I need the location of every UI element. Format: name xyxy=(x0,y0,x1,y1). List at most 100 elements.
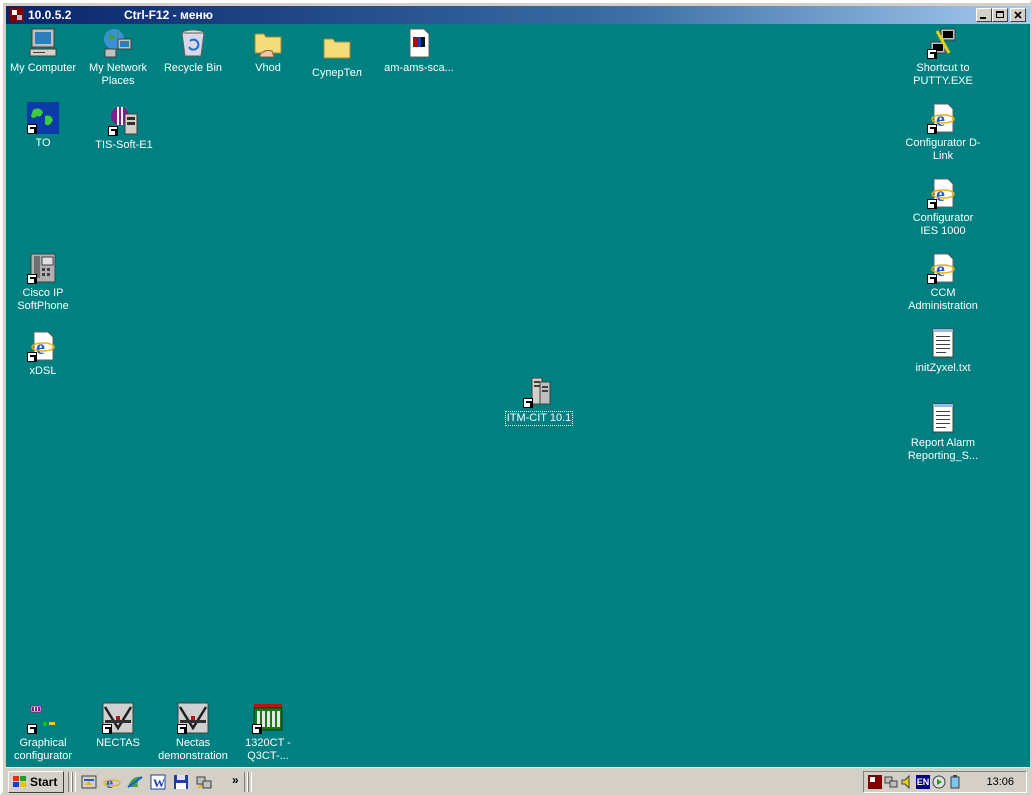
desktop-icon-itm-cit[interactable]: ITM-CIT 10.1 xyxy=(500,376,578,426)
shortcut-arrow-icon xyxy=(252,724,262,734)
system-tray: EN 13:06 xyxy=(863,771,1027,793)
shortcut-arrow-icon xyxy=(927,49,937,59)
desktop-icon-nectas-demonstration[interactable]: Nectas demonstration xyxy=(154,702,232,763)
desktop-icon-label: 1320CT - Q3CT-... xyxy=(245,737,291,762)
quicklaunch-overflow-button[interactable]: » xyxy=(232,773,239,787)
language-indicator[interactable]: EN xyxy=(916,775,930,789)
quicklaunch-separator xyxy=(72,772,76,792)
window-title-host: 10.0.5.2 xyxy=(28,8,72,22)
svg-text:W: W xyxy=(153,776,165,790)
svg-text:e: e xyxy=(106,775,113,791)
my-computer-icon xyxy=(27,27,59,59)
shortcut-arrow-icon xyxy=(927,274,937,284)
media-tray-icon[interactable] xyxy=(932,775,946,789)
graphical-configurator-icon xyxy=(27,702,59,734)
internet-explorer-icon[interactable]: e xyxy=(103,773,121,791)
putty-icon xyxy=(927,27,959,59)
shortcut-arrow-icon xyxy=(177,724,187,734)
desktop-icon-label: Configurator D-Link xyxy=(905,137,981,162)
desktop[interactable]: My Computer My Network Places Recycle Bi… xyxy=(6,24,1030,767)
minimize-button[interactable] xyxy=(976,8,992,22)
text-file-icon xyxy=(927,327,959,359)
desktop-icon-report-alarm[interactable]: Report Alarm Reporting_S... xyxy=(904,402,982,463)
word-icon[interactable]: W xyxy=(149,773,167,791)
desktop-icon-nectas[interactable]: NECTAS xyxy=(79,702,157,750)
desktop-icon-configurator-ies[interactable]: e Configurator IES 1000 xyxy=(904,177,982,238)
desktop-icon-label: ITM-CIT 10.1 xyxy=(504,411,574,426)
start-label: Start xyxy=(30,775,58,789)
desktop-icon-label: Vhod xyxy=(255,62,281,74)
svg-text:e: e xyxy=(936,259,945,281)
folder-icon xyxy=(321,32,353,64)
show-desktop-icon[interactable] xyxy=(80,773,98,791)
remote-desktop-window: 10.0.5.2 Ctrl-F12 - меню My Computer My … xyxy=(0,0,1032,795)
network-equipment-icon xyxy=(252,702,284,734)
desktop-icon-label: Report Alarm Reporting_S... xyxy=(907,437,979,462)
desktop-icon-configurator-dlink[interactable]: e Configurator D-Link xyxy=(904,102,982,163)
desktop-icon-graphical-configurator[interactable]: Graphical configurator xyxy=(6,702,82,763)
desktop-icon-ccm-administration[interactable]: e CCM Administration xyxy=(904,252,982,313)
desktop-icon-label: My Network Places xyxy=(88,62,148,87)
desktop-icon-label: Shortcut to PUTTY.EXE xyxy=(913,62,973,87)
desktop-icon-my-computer[interactable]: My Computer xyxy=(6,27,82,75)
network-tray-icon[interactable] xyxy=(884,775,898,789)
close-icon xyxy=(1014,11,1022,19)
ip-phone-icon xyxy=(27,252,59,284)
desktop-icon-vhod[interactable]: Vhod xyxy=(229,27,307,75)
outlook-express-icon[interactable] xyxy=(126,773,144,791)
nectas-icon xyxy=(102,702,134,734)
shortcut-arrow-icon xyxy=(523,398,533,408)
rdp-app-icon[interactable] xyxy=(10,8,24,22)
desktop-icon-supertel[interactable]: СуперТел xyxy=(298,32,376,80)
desktop-icon-1320ct[interactable]: 1320CT - Q3CT-... xyxy=(229,702,307,763)
desktop-icon-label: My Computer xyxy=(9,62,77,74)
desktop-icon-label: TIS-Soft-E1 xyxy=(95,139,153,151)
internet-shortcut-icon: e xyxy=(927,102,959,134)
shared-folder-icon xyxy=(252,27,284,59)
server-rack-icon xyxy=(523,376,555,408)
network-places-icon xyxy=(102,27,134,59)
window-title-hint: Ctrl-F12 - меню xyxy=(124,8,214,22)
network-connection-icon[interactable] xyxy=(195,773,213,791)
desktop-icon-label: Configurator IES 1000 xyxy=(912,212,974,237)
title-bar[interactable]: 10.0.5.2 Ctrl-F12 - меню xyxy=(6,6,1030,24)
desktop-icon-tis-soft[interactable]: TIS-Soft-E1 xyxy=(85,104,163,152)
desktop-icon-label: am-ams-sca... xyxy=(384,62,454,74)
desktop-icon-xdsl[interactable]: e xDSL xyxy=(6,330,82,378)
desktop-icon-label: Nectas demonstration xyxy=(158,737,228,762)
taskbar: Start e W » EN 13:06 xyxy=(6,767,1030,795)
desktop-icon-label: NECTAS xyxy=(96,737,140,749)
desktop-icon-init-zyxel[interactable]: initZyxel.txt xyxy=(904,327,982,375)
start-button[interactable]: Start xyxy=(8,771,64,793)
restore-button[interactable] xyxy=(992,8,1008,22)
desktop-icon-my-network-places[interactable]: My Network Places xyxy=(79,27,157,88)
desktop-icon-recycle-bin[interactable]: Recycle Bin xyxy=(154,27,232,75)
desktop-icon-label: initZyxel.txt xyxy=(915,362,971,374)
desktop-icon-to[interactable]: TO xyxy=(6,102,82,150)
recycle-bin-icon xyxy=(177,27,209,59)
desktop-icon-putty[interactable]: Shortcut to PUTTY.EXE xyxy=(904,27,982,88)
desktop-icon-label: xDSL xyxy=(29,365,57,377)
desktop-icon-am-ams[interactable]: am-ams-sca... xyxy=(380,27,458,75)
desktop-icon-label: Cisco IP SoftPhone xyxy=(17,287,69,312)
clock[interactable]: 13:06 xyxy=(986,776,1014,788)
battery-tray-icon[interactable] xyxy=(948,775,962,789)
svg-text:e: e xyxy=(36,337,45,359)
internet-shortcut-icon: e xyxy=(927,177,959,209)
shortcut-arrow-icon xyxy=(27,352,37,362)
document-icon xyxy=(403,27,435,59)
shortcut-arrow-icon xyxy=(927,124,937,134)
desktop-icon-cisco-ip-softphone[interactable]: Cisco IP SoftPhone xyxy=(6,252,82,313)
shortcut-arrow-icon xyxy=(108,126,118,136)
text-file-icon xyxy=(927,402,959,434)
shortcut-arrow-icon xyxy=(27,724,37,734)
windows-logo-icon xyxy=(13,776,26,787)
volume-icon[interactable] xyxy=(900,775,914,789)
rdp-tray-icon[interactable] xyxy=(868,775,882,789)
internet-shortcut-icon: e xyxy=(27,330,59,362)
save-disk-icon[interactable] xyxy=(172,773,190,791)
desktop-icon-label: Recycle Bin xyxy=(163,62,223,74)
taskbar-separator xyxy=(248,772,252,792)
close-button[interactable] xyxy=(1010,8,1026,22)
shortcut-arrow-icon xyxy=(27,124,37,134)
